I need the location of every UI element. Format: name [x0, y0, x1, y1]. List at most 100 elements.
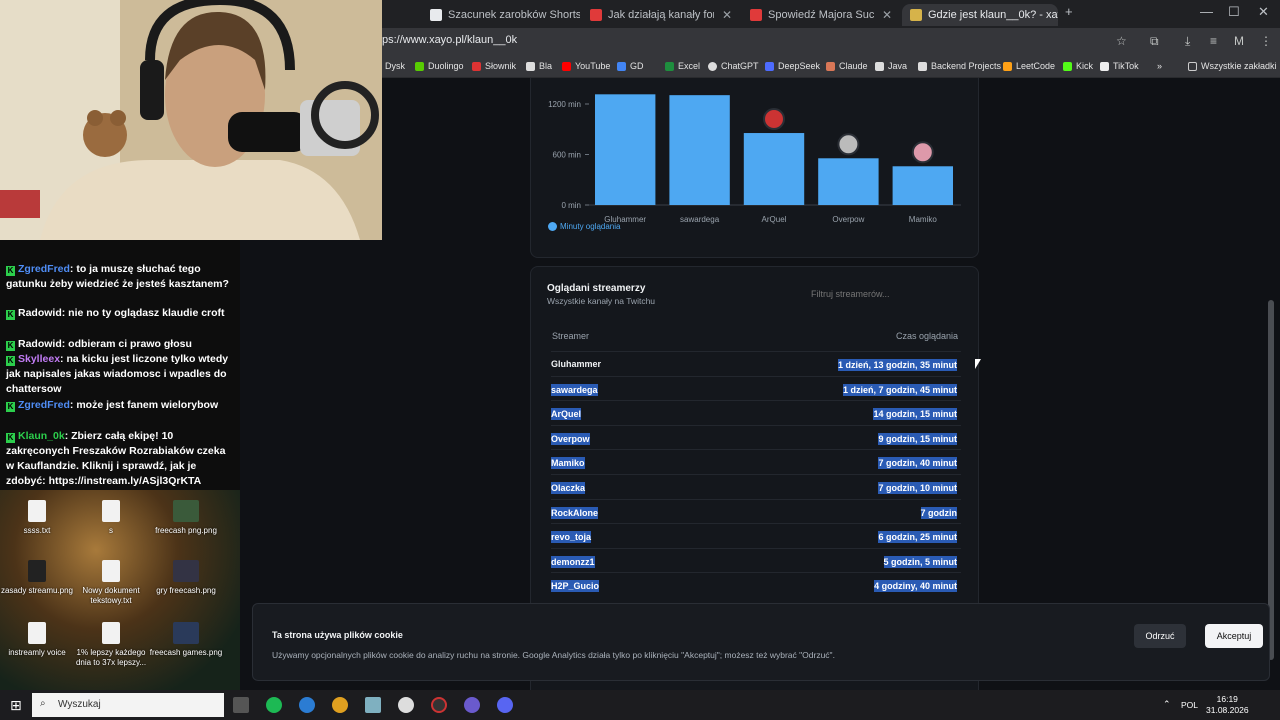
- all-bookmarks[interactable]: Wszystkie zakładki: [1188, 61, 1277, 71]
- accept-cookies-button[interactable]: Akceptuj: [1205, 624, 1263, 648]
- streamer-name[interactable]: H2P_Gucio: [551, 580, 600, 593]
- streamer-name[interactable]: Overpow: [551, 432, 590, 445]
- refuse-cookies-button[interactable]: Odrzuć: [1134, 624, 1186, 648]
- streamer-name[interactable]: Olaczka: [551, 482, 586, 494]
- bookmark-deepseek[interactable]: DeepSeek: [765, 61, 820, 71]
- streamer-name[interactable]: demonzz1: [551, 555, 595, 568]
- desktop-icon[interactable]: gry freecash.png: [146, 560, 226, 596]
- bookmark-youtube[interactable]: YouTube: [562, 61, 610, 71]
- windows-start-icon[interactable]: ⊞: [10, 697, 22, 714]
- bookmark-duolingo[interactable]: Duolingo: [415, 61, 464, 71]
- media-icon[interactable]: ≡: [1210, 34, 1217, 48]
- desktop-icon[interactable]: Nowy dokument tekstowy.txt: [71, 560, 151, 606]
- desktop-icon[interactable]: zasady streamu.png: [0, 560, 77, 596]
- bookmark-backend[interactable]: Backend Projects: [918, 61, 1001, 71]
- bar-gluhammer[interactable]: [595, 94, 656, 205]
- watch-time: 7 godzin, 10 minut: [878, 482, 957, 494]
- bookmark-kick[interactable]: Kick: [1063, 61, 1093, 71]
- tab-spowiedz[interactable]: Spowiedź Majora Suchodolskie ✕: [742, 4, 900, 26]
- obs-icon[interactable]: [431, 697, 447, 713]
- streamer-name[interactable]: Gluhammer: [551, 359, 601, 369]
- bar-overpow[interactable]: [818, 158, 879, 205]
- column-header-time[interactable]: Czas oglądania: [896, 331, 958, 341]
- taskbar-clock[interactable]: 16:19 31.08.2026: [1206, 694, 1249, 716]
- close-tab-icon[interactable]: ✕: [874, 8, 892, 22]
- bookmark-leetcode[interactable]: LeetCode: [1003, 61, 1055, 71]
- table-row[interactable]: demonzz1 5 godzin, 5 minut: [551, 547, 961, 572]
- table-row[interactable]: RockAlone 7 godzin: [551, 498, 961, 523]
- discord-icon[interactable]: [497, 697, 513, 713]
- table-row[interactable]: Mamiko 7 godzin, 40 minut: [551, 449, 961, 473]
- table-row[interactable]: H2P_Gucio 4 godziny, 40 minut: [551, 572, 961, 596]
- extensions-icon[interactable]: ⧉: [1150, 34, 1159, 49]
- star-icon[interactable]: ☆: [1116, 34, 1127, 48]
- table-row[interactable]: sawardega 1 dzień, 7 godzin, 45 minut: [551, 375, 961, 400]
- tray-expand-icon[interactable]: ⌃: [1163, 699, 1171, 710]
- task-view-icon[interactable]: [233, 697, 249, 713]
- search-icon: ⌕: [40, 698, 46, 709]
- desktop-icon[interactable]: instreamly voice: [0, 622, 77, 658]
- profile-avatar-icon[interactable]: M: [1234, 34, 1244, 48]
- streamer-name[interactable]: revo_toja: [551, 531, 592, 544]
- bar-mamiko[interactable]: [892, 166, 953, 205]
- watch-time: 14 godzin, 15 minut: [873, 408, 957, 421]
- streamer-name[interactable]: RockAlone: [551, 506, 599, 519]
- table-row[interactable]: ArQuel 14 godzin, 15 minut: [551, 400, 961, 424]
- bookmark-dysk[interactable]: Dysk: [385, 61, 405, 71]
- bookmark-excel[interactable]: Excel: [665, 61, 700, 71]
- edge-icon[interactable]: [299, 697, 315, 713]
- bookmark-gd[interactable]: GD: [617, 61, 644, 71]
- taskbar-search-input[interactable]: ⌕ Wyszukaj: [32, 693, 224, 717]
- tab-label: Spowiedź Majora Suchodolskie: [768, 9, 874, 21]
- bookmark-java[interactable]: Java: [875, 61, 907, 71]
- desktop-icon[interactable]: 1% lepszy każdego dnia to 37x lepszy...: [71, 622, 151, 668]
- url-input[interactable]: ps://www.xayo.pl/klaun__0k: [382, 34, 517, 46]
- notepad-icon[interactable]: [365, 697, 381, 713]
- bookmark-tiktok[interactable]: TikTok: [1100, 61, 1139, 71]
- bookmark-claude[interactable]: Claude: [826, 61, 868, 71]
- chart-legend[interactable]: Minuty oglądania: [548, 222, 620, 231]
- desktop-icon[interactable]: freecash png.png: [146, 500, 226, 536]
- y-tick-label: 600 min: [553, 151, 581, 160]
- table-row[interactable]: Olaczka 7 godzin, 10 minut: [551, 474, 961, 498]
- chrome-icon[interactable]: [332, 697, 348, 713]
- column-header-streamer[interactable]: Streamer: [552, 331, 589, 341]
- tab-discord[interactable]: Jak działają kanały forum na Di ✕: [582, 4, 740, 26]
- close-window-icon[interactable]: ✕: [1258, 4, 1269, 20]
- folder-icon: [1188, 61, 1197, 71]
- app-icon[interactable]: [464, 697, 480, 713]
- tab-szacunek[interactable]: Szacunek zarobków Shortsów ✕: [422, 4, 580, 26]
- bookmark-bla[interactable]: Bla: [526, 61, 552, 71]
- streamer-name[interactable]: sawardega: [551, 383, 598, 396]
- filter-streamers-input[interactable]: [811, 289, 961, 299]
- desktop-icon[interactable]: freecash games.png: [146, 622, 226, 658]
- language-indicator[interactable]: POL: [1181, 700, 1198, 710]
- bar-sawardega[interactable]: [669, 95, 730, 205]
- bookmark-slownik[interactable]: Słownik: [472, 61, 516, 71]
- bar-arquel[interactable]: [743, 133, 805, 205]
- menu-icon[interactable]: ⋮: [1260, 34, 1272, 48]
- spotify-icon[interactable]: [266, 697, 282, 713]
- desktop-icon[interactable]: ssss.txt: [0, 500, 77, 536]
- streamer-avatar-icon: [763, 108, 785, 131]
- clock-date: 31.08.2026: [1206, 705, 1249, 715]
- table-row[interactable]: Gluhammer 1 dzień, 13 godzin, 35 minut: [551, 351, 961, 375]
- more-bookmarks-icon[interactable]: »: [1157, 61, 1162, 71]
- streamer-name[interactable]: ArQuel: [551, 408, 582, 421]
- new-tab-icon[interactable]: +: [1065, 4, 1073, 19]
- watch-time-chart-card: 0 min 600 min 1200 min Gluhammer sawardega Ar…: [530, 78, 979, 258]
- download-icon[interactable]: ⤓: [1185, 34, 1190, 49]
- app-icon[interactable]: [398, 697, 414, 713]
- table-row[interactable]: revo_toja 6 godzin, 25 minut: [551, 523, 961, 547]
- minimize-icon[interactable]: —: [1200, 4, 1213, 19]
- tab-xayo[interactable]: Gdzie jest klaun__0k? - xayo.pl ✕: [902, 4, 1058, 26]
- bookmark-chatgpt[interactable]: ChatGPT: [708, 61, 759, 71]
- watch-time: 7 godzin: [920, 506, 957, 519]
- close-tab-icon[interactable]: ✕: [714, 8, 732, 22]
- table-row[interactable]: Overpow 9 godzin, 15 minut: [551, 424, 961, 449]
- maximize-icon[interactable]: ☐: [1228, 4, 1240, 20]
- streamer-name[interactable]: Mamiko: [551, 457, 585, 470]
- mouse-cursor-icon: [975, 359, 981, 369]
- claude-icon: [826, 61, 835, 71]
- desktop-icon[interactable]: s: [71, 500, 151, 536]
